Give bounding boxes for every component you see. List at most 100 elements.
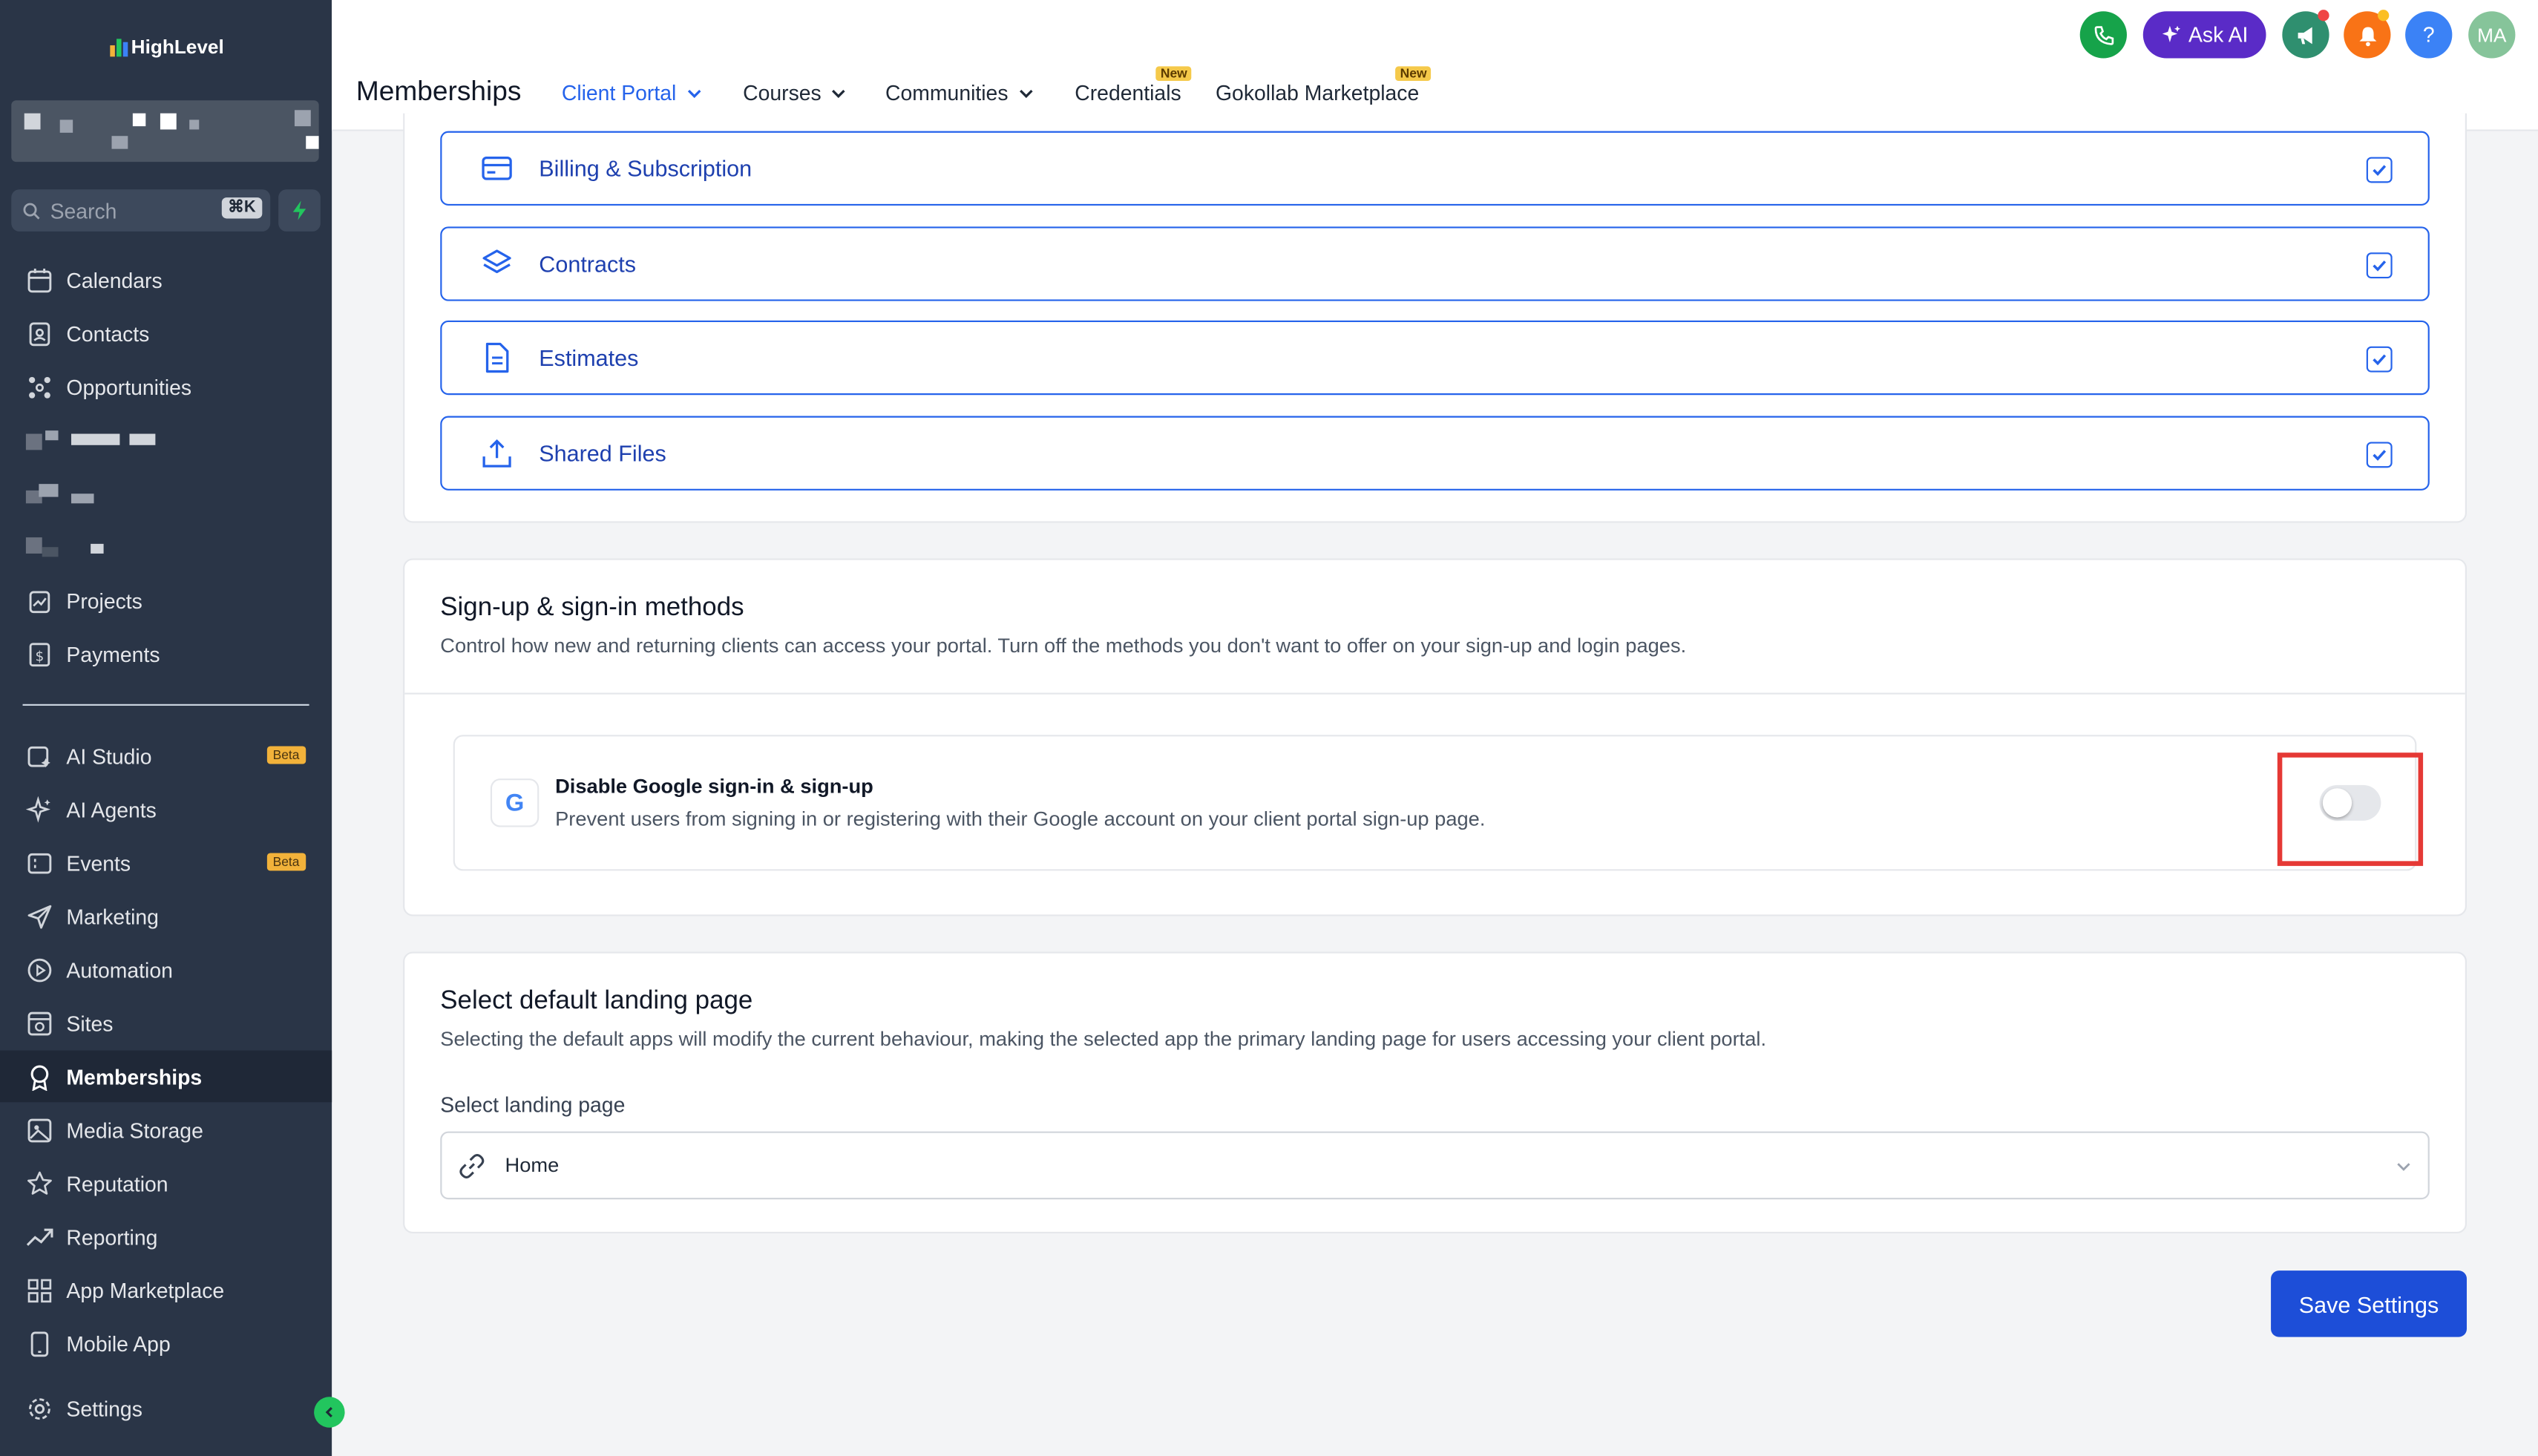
help-button[interactable]: ?: [2405, 11, 2453, 59]
account-switcher[interactable]: [11, 100, 319, 163]
search-input[interactable]: Search ⌘K: [11, 189, 271, 232]
redacted-nav-item: [25, 537, 123, 557]
tab-credentials[interactable]: Credentials: [1075, 81, 1181, 105]
phone-button[interactable]: [2079, 11, 2127, 59]
landing-page-select[interactable]: Home: [440, 1131, 2430, 1200]
sidebar-item-ai-studio[interactable]: AI Studio Beta: [0, 730, 332, 782]
feature-checkbox[interactable]: [2366, 157, 2393, 183]
feature-checkbox[interactable]: [2366, 346, 2393, 373]
automation-icon: [27, 957, 52, 982]
sidebar-item-media-storage[interactable]: Media Storage: [0, 1104, 332, 1156]
sidebar-item-label: Reputation: [66, 1171, 168, 1196]
credit-card-icon: [482, 157, 512, 180]
sidebar-item-label: Memberships: [66, 1064, 203, 1089]
search-icon: [23, 202, 40, 219]
sidebar-item-label: Opportunities: [66, 374, 192, 399]
calendar-icon: [27, 267, 52, 292]
sparkle-icon: [2162, 25, 2181, 43]
sidebar-item-label: Projects: [66, 588, 142, 613]
sidebar-item-label: Sites: [66, 1011, 114, 1035]
sidebar-item-mobile-app[interactable]: Mobile App: [0, 1317, 332, 1369]
avatar[interactable]: MA: [2468, 11, 2516, 59]
section-title: Select default landing page: [440, 987, 753, 1015]
sidebar-item-marketing[interactable]: Marketing: [0, 891, 332, 942]
option-description: Prevent users from signing in or registe…: [555, 807, 1486, 830]
sidebar-item-ai-agents[interactable]: AI Agents: [0, 784, 332, 836]
top-header: Memberships Client Portal Courses Commun…: [332, 0, 2538, 131]
sidebar-item-calendars[interactable]: Calendars: [0, 254, 332, 306]
redacted-nav-item: [25, 484, 123, 504]
page-title: Memberships: [355, 76, 522, 107]
tab-gokollab-marketplace[interactable]: Gokollab Marketplace: [1216, 81, 1419, 105]
sidebar-item-reporting[interactable]: Reporting: [0, 1210, 332, 1262]
section-description: Control how new and returning clients ca…: [440, 634, 1687, 658]
gear-icon: [29, 1397, 50, 1419]
new-badge: New: [1155, 66, 1193, 82]
chevron-down-icon: [832, 88, 846, 97]
feature-label: Contracts: [539, 251, 637, 277]
quick-action-button[interactable]: [278, 189, 321, 232]
sidebar-item-settings[interactable]: Settings: [0, 1383, 332, 1434]
megaphone-icon: [2297, 26, 2312, 44]
sidebar-item-label: AI Agents: [66, 797, 157, 822]
star-icon: [27, 1170, 52, 1194]
feature-estimates[interactable]: Estimates: [440, 320, 2430, 396]
tab-label: Courses: [743, 81, 822, 105]
events-icon: [27, 852, 52, 873]
sidebar: HighLevel Search ⌘K Calendars Contacts O…: [0, 0, 345, 1456]
image-icon: [27, 1118, 52, 1142]
sidebar-item-opportunities[interactable]: Opportunities: [0, 361, 332, 413]
sidebar-divider: [22, 704, 309, 706]
feature-label: Shared Files: [539, 440, 666, 467]
phone-icon: [2093, 25, 2114, 45]
sidebar-item-sites[interactable]: Sites: [0, 997, 332, 1049]
mobile-icon: [30, 1331, 49, 1357]
projects-icon: [29, 590, 50, 613]
new-badge: New: [1395, 66, 1432, 82]
sidebar-item-label: AI Studio: [66, 744, 152, 768]
option-title: Disable Google sign-in & sign-up: [555, 775, 873, 798]
tab-label: Gokollab Marketplace: [1216, 81, 1420, 105]
feature-shared-files[interactable]: Shared Files: [440, 416, 2430, 491]
beta-badge: Beta: [266, 746, 306, 764]
ask-ai-button[interactable]: Ask AI: [2142, 11, 2266, 59]
feature-billing-subscription[interactable]: Billing & Subscription: [440, 131, 2430, 206]
grid-icon: [27, 1278, 52, 1302]
section-divider: [404, 692, 2465, 695]
notification-dot: [2318, 10, 2329, 22]
award-icon: [30, 1064, 49, 1090]
notification-dot: [2378, 10, 2390, 22]
sidebar-item-memberships[interactable]: Memberships: [0, 1050, 332, 1103]
sidebar-item-projects[interactable]: Projects: [0, 574, 332, 626]
save-settings-button[interactable]: Save Settings: [2271, 1270, 2467, 1337]
field-label: Select landing page: [440, 1092, 626, 1117]
tab-courses[interactable]: Courses: [743, 81, 847, 105]
highlevel-logo[interactable]: HighLevel: [110, 36, 224, 59]
feature-checkbox[interactable]: [2366, 442, 2393, 468]
sidebar-item-label: Events: [66, 850, 131, 875]
sidebar-item-label: Calendars: [66, 267, 163, 292]
tab-communities[interactable]: Communities: [885, 81, 1034, 105]
sidebar-item-events[interactable]: Events Beta: [0, 837, 332, 889]
feature-checkbox[interactable]: [2366, 252, 2393, 279]
feature-contracts[interactable]: Contracts: [440, 226, 2430, 301]
opportunities-icon: [29, 376, 50, 398]
check-icon: [2373, 260, 2387, 272]
sidebar-item-reputation[interactable]: Reputation: [0, 1157, 332, 1209]
tab-client-portal[interactable]: Client Portal: [562, 81, 702, 105]
sidebar-item-automation[interactable]: Automation: [0, 944, 332, 996]
check-icon: [2373, 354, 2387, 366]
ai-agents-icon: [25, 796, 50, 822]
avatar-initials: MA: [2477, 23, 2507, 47]
logo-icon: [110, 38, 128, 56]
sidebar-item-contacts[interactable]: Contacts: [0, 307, 332, 359]
check-icon: [2373, 450, 2387, 461]
sidebar-item-app-marketplace[interactable]: App Marketplace: [0, 1264, 332, 1316]
chevron-down-icon: [2397, 1163, 2410, 1171]
collapse-sidebar-button[interactable]: [314, 1397, 345, 1428]
google-letter: G: [505, 789, 525, 817]
google-icon: G: [490, 778, 540, 827]
sidebar-item-payments[interactable]: $ Payments: [0, 628, 332, 680]
sidebar-item-label: Marketing: [66, 904, 159, 928]
google-signin-option: G Disable Google sign-in & sign-up Preve…: [453, 735, 2417, 871]
